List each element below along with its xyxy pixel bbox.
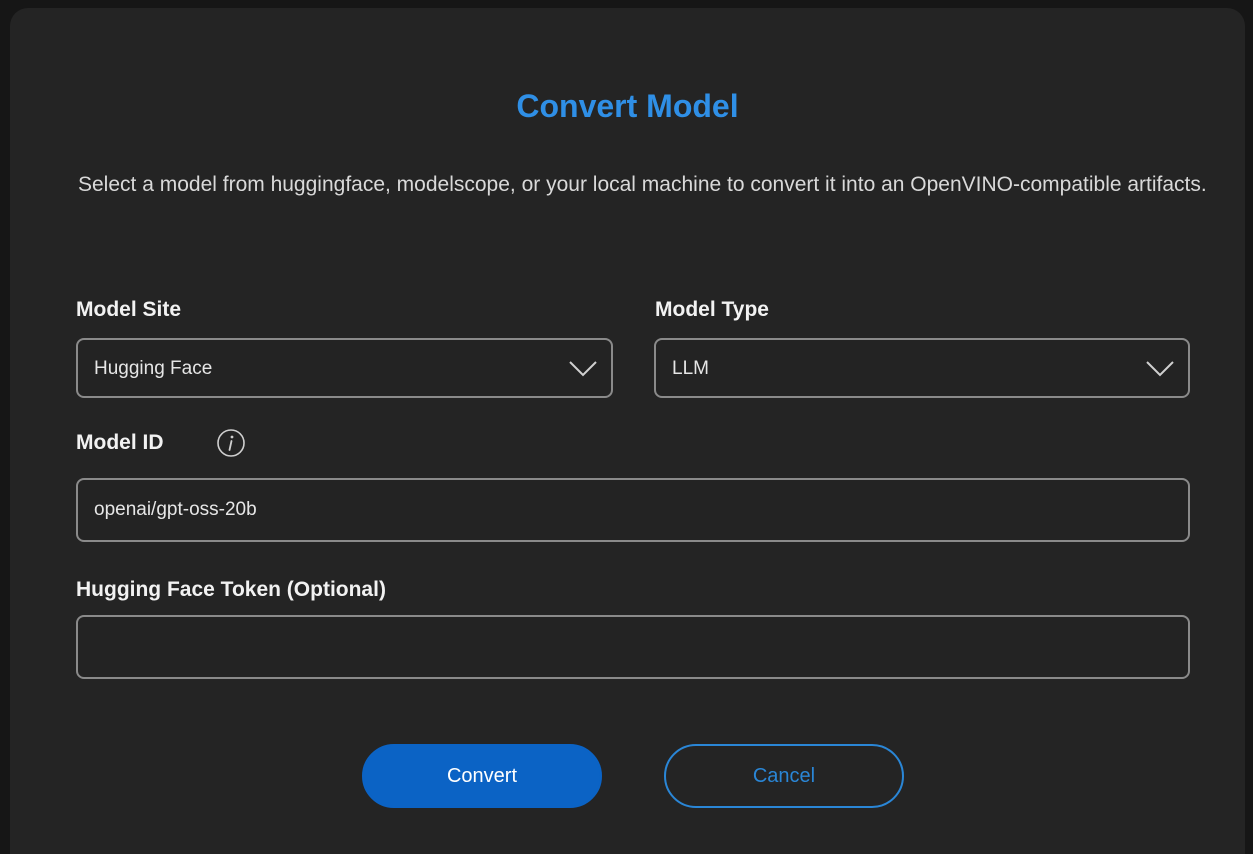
model-site-selected-value: Hugging Face bbox=[94, 358, 213, 379]
dialog-description: Select a model from huggingface, modelsc… bbox=[78, 173, 1207, 196]
model-type-label: Model Type bbox=[655, 298, 769, 321]
dialog-title: Convert Model bbox=[516, 88, 739, 124]
model-site-select[interactable]: Hugging Face bbox=[76, 338, 613, 398]
model-id-input[interactable] bbox=[76, 478, 1190, 542]
chevron-down-icon bbox=[1146, 361, 1174, 377]
model-type-selected-value: LLM bbox=[672, 358, 709, 379]
cancel-button[interactable]: Cancel bbox=[664, 744, 904, 808]
model-id-label: Model ID bbox=[76, 431, 164, 454]
hf-token-input[interactable] bbox=[76, 615, 1190, 679]
convert-button[interactable]: Convert bbox=[362, 744, 602, 808]
hf-token-label: Hugging Face Token (Optional) bbox=[76, 578, 386, 601]
model-type-select[interactable]: LLM bbox=[654, 338, 1190, 398]
info-icon[interactable] bbox=[216, 428, 246, 458]
chevron-down-icon bbox=[569, 361, 597, 377]
convert-model-dialog: Convert Model Select a model from huggin… bbox=[10, 8, 1245, 854]
model-site-label: Model Site bbox=[76, 298, 182, 321]
